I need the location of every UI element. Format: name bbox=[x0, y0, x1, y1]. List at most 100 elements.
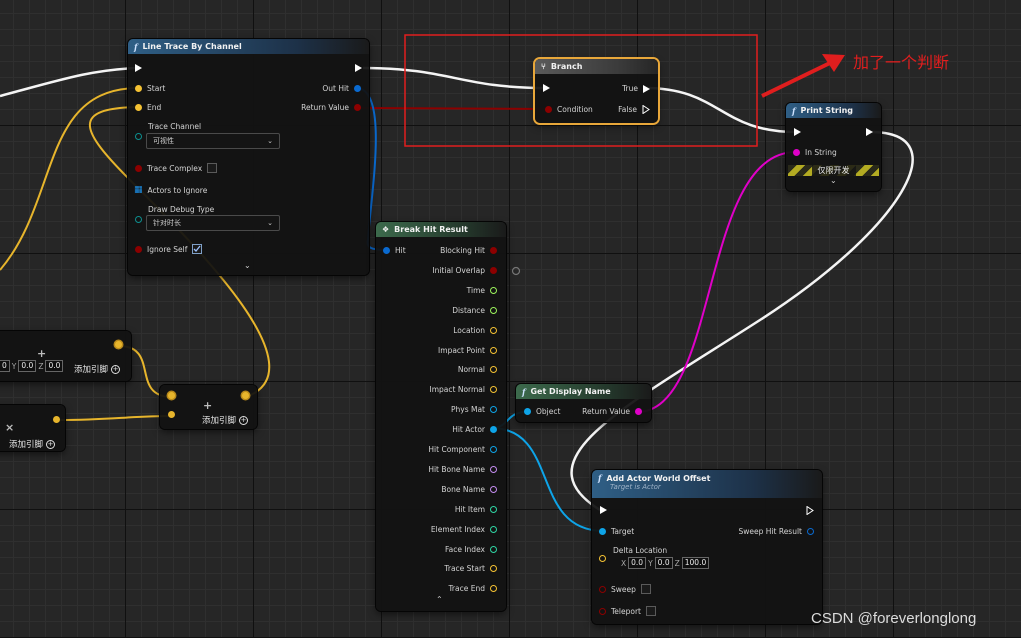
sweep-checkbox[interactable] bbox=[640, 584, 651, 594]
node-line-trace-by-channel[interactable]: f Line Trace By Channel Start Out Hit En… bbox=[128, 39, 369, 275]
bool-pin-icon bbox=[599, 607, 606, 615]
trace-complex-pin[interactable]: Trace Complex bbox=[135, 163, 218, 173]
break-hit-output-pin[interactable]: Impact Point bbox=[438, 346, 497, 355]
true-pin[interactable]: True bbox=[622, 84, 650, 93]
target-pin[interactable]: Target bbox=[599, 527, 634, 536]
node-header[interactable]: f Get Display Name bbox=[516, 384, 651, 399]
hit-input-pin[interactable]: Hit bbox=[383, 246, 406, 255]
node-make-vector-a[interactable]: + 0 Y 0.0 Z 0.0 添加引脚 + bbox=[0, 331, 131, 381]
vector-a-fields: 0 Y 0.0 Z 0.0 bbox=[0, 360, 64, 372]
sweep-pin[interactable]: Sweep bbox=[599, 584, 651, 594]
vector-a-x-input[interactable]: 0 bbox=[0, 360, 10, 372]
break-hit-output-pin[interactable]: Face Index bbox=[445, 545, 497, 554]
break-hit-output-pin[interactable]: Blocking Hit bbox=[440, 246, 497, 255]
pin-type-icon bbox=[490, 505, 497, 513]
node-add-actor-world-offset[interactable]: f Add Actor World Offset Target is Actor… bbox=[592, 470, 822, 624]
break-hit-output-pin[interactable]: Element Index bbox=[431, 525, 497, 534]
draw-debug-type-dropdown[interactable]: 针对时长 ⌄ bbox=[146, 215, 280, 231]
break-hit-output-pin[interactable]: Impact Normal bbox=[430, 385, 497, 394]
exec-in-pin[interactable] bbox=[543, 84, 550, 92]
break-hit-output-pin[interactable]: Hit Bone Name bbox=[428, 465, 497, 474]
function-icon: f bbox=[598, 473, 602, 483]
object-pin[interactable]: Object bbox=[524, 407, 560, 416]
node-get-display-name[interactable]: f Get Display Name Object Return Value bbox=[516, 384, 651, 422]
break-hit-output-label: Initial Overlap bbox=[432, 265, 485, 275]
exec-in-pin[interactable] bbox=[135, 64, 142, 72]
node-header[interactable]: ⑂ Branch bbox=[535, 59, 658, 74]
teleport-pin[interactable]: Teleport bbox=[599, 606, 656, 616]
sweep-hit-result-pin[interactable]: Sweep Hit Result bbox=[739, 527, 814, 536]
trace-channel-pin[interactable] bbox=[135, 133, 142, 140]
exec-in-pin[interactable] bbox=[794, 128, 801, 136]
break-hit-output-pin[interactable]: Distance bbox=[452, 306, 497, 315]
exec-out-pin[interactable] bbox=[355, 64, 362, 72]
node-make-vector-b[interactable]: × 添加引脚 + bbox=[0, 405, 65, 451]
trace-complex-checkbox[interactable] bbox=[207, 163, 218, 173]
exec-in-pin[interactable] bbox=[600, 506, 607, 514]
pin-type-icon bbox=[490, 266, 497, 274]
add-input-b-pin[interactable] bbox=[168, 411, 175, 418]
chevron-down-icon: ⌄ bbox=[267, 137, 273, 145]
exec-out-pin[interactable] bbox=[866, 128, 873, 136]
node-header[interactable]: f Print String bbox=[786, 103, 881, 118]
add-pin-button[interactable]: 添加引脚 + bbox=[9, 438, 56, 450]
delta-z-input[interactable]: 100.0 bbox=[681, 557, 710, 569]
break-hit-output-pin[interactable]: Hit Actor bbox=[452, 425, 497, 434]
trace-channel-dropdown[interactable]: 可视性 ⌄ bbox=[146, 133, 280, 149]
exec-arrow-icon bbox=[600, 506, 607, 514]
return-value-pin[interactable]: Return Value bbox=[301, 103, 361, 112]
add-input-a-pin[interactable] bbox=[168, 392, 175, 399]
end-pin[interactable]: End bbox=[135, 103, 161, 112]
node-header[interactable]: f Line Trace By Channel bbox=[128, 39, 369, 54]
node-add-vectors[interactable]: + 添加引脚 + bbox=[160, 385, 257, 429]
break-hit-output-pin[interactable]: Initial Overlap bbox=[432, 266, 497, 275]
teleport-checkbox[interactable] bbox=[646, 606, 656, 616]
break-hit-output-pin[interactable]: Hit Component bbox=[428, 445, 497, 454]
draw-debug-type-pin[interactable] bbox=[135, 216, 142, 223]
add-pin-button[interactable]: 添加引脚 + bbox=[202, 414, 249, 426]
exec-arrow-icon bbox=[543, 84, 550, 92]
add-output-pin[interactable] bbox=[242, 392, 249, 399]
chevron-down-icon: ⌄ bbox=[267, 219, 273, 227]
array-pin-icon: ▦ bbox=[134, 185, 143, 195]
condition-pin[interactable]: Condition bbox=[545, 105, 593, 114]
exec-out-pin[interactable] bbox=[806, 506, 814, 515]
start-pin[interactable]: Start bbox=[135, 84, 165, 93]
break-hit-output-pin[interactable]: Location bbox=[453, 326, 497, 335]
node-print-string[interactable]: f Print String In String 仅限开发 ⌄ bbox=[786, 103, 881, 191]
ignore-self-checkbox[interactable] bbox=[192, 244, 203, 254]
actors-to-ignore-pin[interactable]: ▦ Actors to Ignore bbox=[134, 185, 207, 195]
pin-type-icon bbox=[490, 426, 497, 434]
vector-pin-icon bbox=[135, 104, 142, 111]
expand-chevron-icon[interactable]: ⌄ bbox=[830, 176, 837, 185]
break-hit-output-pin[interactable]: Phys Mat bbox=[451, 405, 497, 414]
break-hit-output-pin[interactable]: Trace End bbox=[448, 584, 497, 593]
ignore-self-pin[interactable]: Ignore Self bbox=[135, 244, 203, 254]
node-break-hit-result[interactable]: ❖ Break Hit Result Hit Blocking Hit Initi… bbox=[376, 222, 506, 611]
node-header[interactable]: f Add Actor World Offset Target is Actor bbox=[592, 470, 822, 498]
vector-a-z-input[interactable]: 0.0 bbox=[45, 360, 64, 372]
vector-b-output-pin[interactable] bbox=[53, 416, 60, 423]
node-branch[interactable]: ⑂ Branch True Condition False bbox=[535, 59, 658, 123]
delta-x-input[interactable]: 0.0 bbox=[628, 557, 647, 569]
out-hit-pin[interactable]: Out Hit bbox=[322, 84, 361, 93]
break-hit-output-pin[interactable]: Bone Name bbox=[441, 485, 497, 494]
break-hit-output-pin[interactable]: Normal bbox=[458, 365, 497, 374]
node-header[interactable]: ❖ Break Hit Result bbox=[376, 222, 506, 237]
break-hit-output-pin[interactable]: Trace Start bbox=[444, 564, 497, 573]
bool-pin-icon bbox=[135, 164, 142, 172]
delta-location-pin[interactable] bbox=[599, 555, 606, 562]
false-pin[interactable]: False bbox=[618, 105, 650, 114]
expand-chevron-icon[interactable]: ⌄ bbox=[244, 261, 251, 270]
break-hit-output-pin[interactable]: Hit Item bbox=[455, 505, 497, 514]
vector-a-y-input[interactable]: 0.0 bbox=[18, 360, 37, 372]
close-icon[interactable]: × bbox=[5, 421, 14, 434]
delta-y-input[interactable]: 0.0 bbox=[654, 557, 673, 569]
pin-type-icon bbox=[490, 525, 497, 533]
break-hit-output-pin[interactable]: Time bbox=[467, 286, 497, 295]
vector-a-output-pin[interactable] bbox=[115, 341, 122, 348]
in-string-pin[interactable]: In String bbox=[793, 148, 837, 157]
display-name-return-pin[interactable]: Return Value bbox=[582, 407, 642, 416]
collapse-chevron-icon[interactable]: ⌃ bbox=[436, 595, 443, 604]
add-pin-button[interactable]: 添加引脚 + bbox=[74, 363, 121, 375]
